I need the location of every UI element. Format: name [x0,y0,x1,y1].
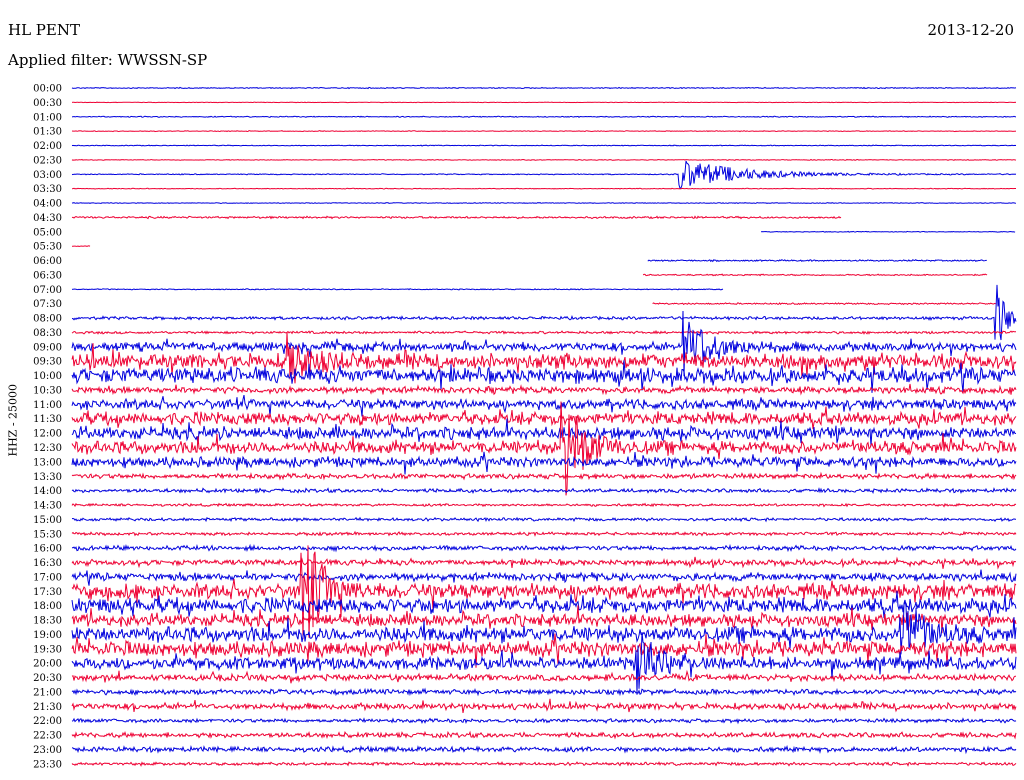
trace-row [71,698,1017,713]
trace-row [71,383,1017,396]
trace-row [71,144,1017,147]
trace-row [71,569,1017,586]
trace-row [647,259,987,263]
trace-row [71,130,1017,133]
time-tick-label: 18:00 [33,601,62,612]
trace-row [71,115,1017,118]
trace-row [652,302,997,306]
time-tick-label: 11:30 [33,414,62,425]
time-tick-label: 17:30 [33,587,62,598]
trace-row [71,516,1017,523]
trace-row [71,331,1017,384]
time-tick-label: 16:00 [33,544,62,555]
trace-row [71,215,842,220]
time-tick-label: 06:30 [33,270,62,281]
trace-row [71,86,1017,90]
trace-row [71,543,1017,553]
trace-row [71,530,1017,537]
trace-row [71,471,1017,481]
time-tick-label: 10:30 [33,385,62,396]
time-tick-label: 21:00 [33,687,62,698]
time-tick-label: 03:30 [33,184,62,195]
time-tick-label: 08:30 [33,328,62,339]
time-tick-label: 20:30 [33,673,62,684]
trace-row [71,545,1017,640]
trace-row [71,158,1017,161]
trace-row [71,717,1017,725]
trace-row [71,590,1017,619]
trace-row [71,160,1017,189]
time-tick-label: 13:00 [33,457,62,468]
time-tick-label: 12:30 [33,443,62,454]
trace-row [71,451,1017,475]
time-tick-label: 08:00 [33,314,62,325]
time-tick-label: 09:00 [33,342,62,353]
time-tick-label: 04:00 [33,199,62,210]
trace-row [71,245,91,248]
time-tick-label: 01:30 [33,127,62,138]
trace-row [71,487,1017,495]
time-tick-label: 11:00 [33,400,62,411]
time-tick-label: 19:00 [33,630,62,641]
time-tick-label: 05:00 [33,227,62,238]
time-tick-label: 22:00 [33,716,62,727]
time-tick-label: 00:30 [33,98,62,109]
trace-row [71,329,1016,335]
trace-row [71,288,724,291]
trace-row [71,761,1017,767]
time-tick-label: 12:00 [33,429,62,440]
trace-row [71,556,1017,570]
helicorder-plot: 00:00 00:30 01:00 01:30 02:00 02:30 03:00 03:30… [33,84,1017,770]
time-tick-label: 21:30 [33,702,62,713]
time-tick-label: 03:00 [33,170,62,181]
time-tick-label: 05:30 [33,242,62,253]
time-tick-label: 18:30 [33,616,62,627]
trace-row [642,273,988,277]
trace-row [71,744,1017,755]
time-tick-label: 23:00 [33,745,62,756]
trace-row [71,101,1017,104]
time-tick-label: 02:30 [33,155,62,166]
time-tick-label: 14:30 [33,501,62,512]
time-tick-label: 02:00 [33,141,62,152]
time-tick-label: 13:30 [33,472,62,483]
time-tick-label: 17:00 [33,572,62,583]
trace-row [761,230,1016,233]
time-tick-label: 10:00 [33,371,62,382]
trace-row [71,202,1017,205]
time-tick-label: 14:00 [33,486,62,497]
trace-row [71,394,1017,417]
trace-row [71,187,1016,190]
time-tick-label: 01:00 [33,112,62,123]
trace-row [71,730,1017,740]
time-tick-label: 23:30 [33,759,62,770]
time-tick-label: 07:00 [33,285,62,296]
time-tick-label: 15:00 [33,515,62,526]
time-tick-label: 04:30 [33,213,62,224]
time-tick-label: 07:30 [33,299,62,310]
time-tick-label: 22:30 [33,731,62,742]
time-tick-label: 16:30 [33,558,62,569]
time-tick-label: 06:00 [33,256,62,267]
time-tick-label: 15:30 [33,529,62,540]
trace-row [71,502,1017,508]
time-tick-label: 00:00 [33,84,62,95]
trace-row [71,687,1017,697]
time-tick-label: 20:00 [33,659,62,670]
time-tick-label: 09:30 [33,357,62,368]
time-tick-label: 19:30 [33,644,62,655]
trace-row [71,406,1017,430]
trace-row [71,669,1016,684]
